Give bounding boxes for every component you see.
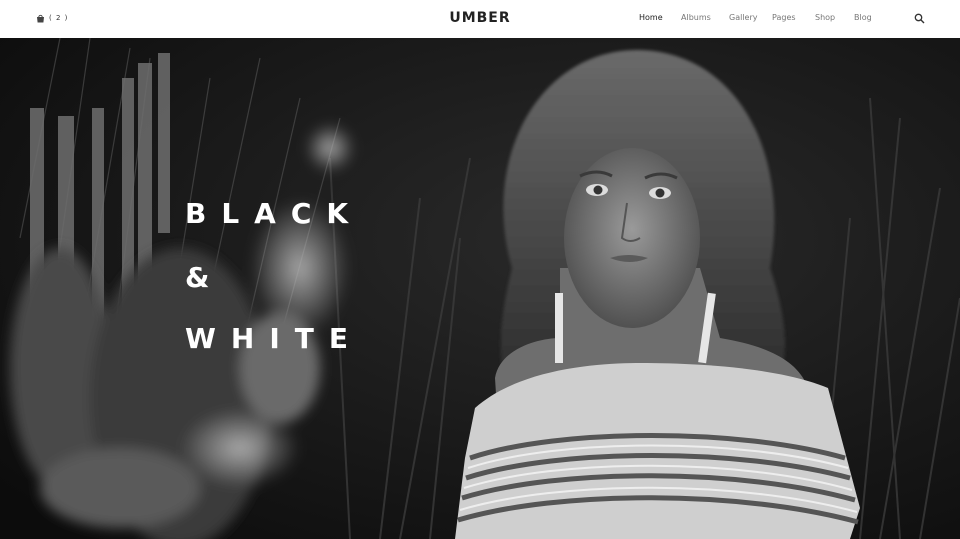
nav-shop[interactable]: Shop — [815, 13, 835, 22]
site-header: ( 2 ) UMBER Home Albums Gallery Pages Sh… — [0, 0, 960, 38]
search-icon[interactable] — [914, 13, 925, 24]
hero-image — [0, 38, 960, 539]
main-nav: Home Albums Gallery Pages Shop Blog — [0, 13, 960, 25]
hero-title-line1: BLACK — [185, 197, 364, 230]
nav-albums[interactable]: Albums — [681, 13, 711, 22]
nav-pages[interactable]: Pages — [772, 13, 796, 22]
nav-blog[interactable]: Blog — [854, 13, 872, 22]
nav-home[interactable]: Home — [639, 13, 663, 22]
hero-slider: BLACK & WHITE — [0, 38, 960, 539]
hero-title-line2: & — [185, 261, 210, 294]
hero-title-line3: WHITE — [185, 322, 363, 355]
nav-gallery[interactable]: Gallery — [729, 13, 758, 22]
